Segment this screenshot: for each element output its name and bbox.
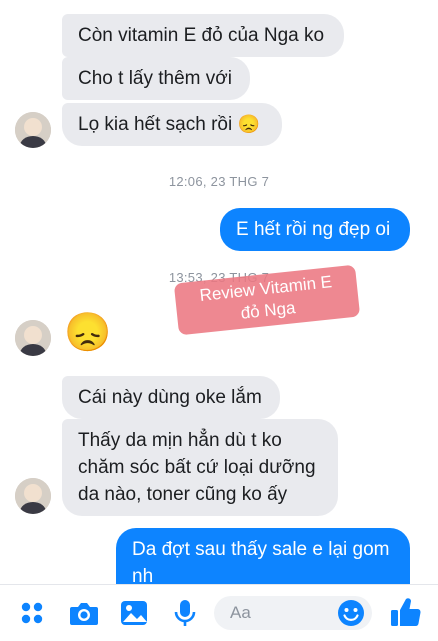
message-text-line: da nào, toner cũng ko ấy: [78, 484, 288, 505]
timestamp: 12:06, 23 THG 7: [168, 174, 270, 189]
disappointed-emoji: 😞: [237, 114, 260, 134]
message-text: Lọ kia hết sạch rồi: [78, 114, 233, 135]
avatar-icon: [15, 478, 51, 514]
message-text: E hết rồi ng đẹp oi: [236, 219, 391, 240]
avatar[interactable]: [15, 478, 51, 514]
message-bubble-outgoing[interactable]: E hết rồi ng đẹp oi: [220, 208, 410, 251]
message-bubble-incoming[interactable]: Lọ kia hết sạch rồi 😞: [62, 103, 282, 146]
emoji-message[interactable]: 😞: [64, 311, 111, 355]
message-composer: Aa: [0, 584, 438, 641]
message-bubble-incoming[interactable]: Cái này dùng oke lắm: [62, 376, 280, 419]
avatar-icon: [15, 112, 51, 148]
message-bubble-incoming[interactable]: Còn vitamin E đỏ của Nga ko: [62, 14, 344, 57]
photo-icon[interactable]: [118, 597, 150, 629]
avatar[interactable]: [15, 112, 51, 148]
mic-icon[interactable]: [169, 597, 201, 629]
emoji-icon[interactable]: [336, 598, 366, 628]
message-text-line: chăm sóc bất cứ loại dưỡng: [78, 457, 316, 478]
message-bubble-incoming[interactable]: Cho t lấy thêm với: [62, 57, 250, 100]
message-text-line: Thấy da mịn hẳn dù t ko: [78, 430, 282, 451]
avatar[interactable]: [15, 320, 51, 356]
message-text: Còn vitamin E đỏ của Nga ko: [78, 25, 325, 46]
apps-icon[interactable]: [16, 597, 48, 629]
message-text: Cho t lấy thêm với: [78, 68, 232, 89]
like-icon[interactable]: [388, 594, 424, 630]
avatar-icon: [15, 320, 51, 356]
message-text-line: Da đợt sau thấy sale e lại gom: [132, 539, 390, 560]
message-bubble-incoming[interactable]: Thấy da mịn hẳn dù t ko chăm sóc bất cứ …: [62, 419, 338, 516]
message-input-placeholder: Aa: [230, 603, 251, 622]
message-text: Cái này dùng oke lắm: [78, 387, 262, 408]
camera-icon[interactable]: [68, 597, 100, 629]
